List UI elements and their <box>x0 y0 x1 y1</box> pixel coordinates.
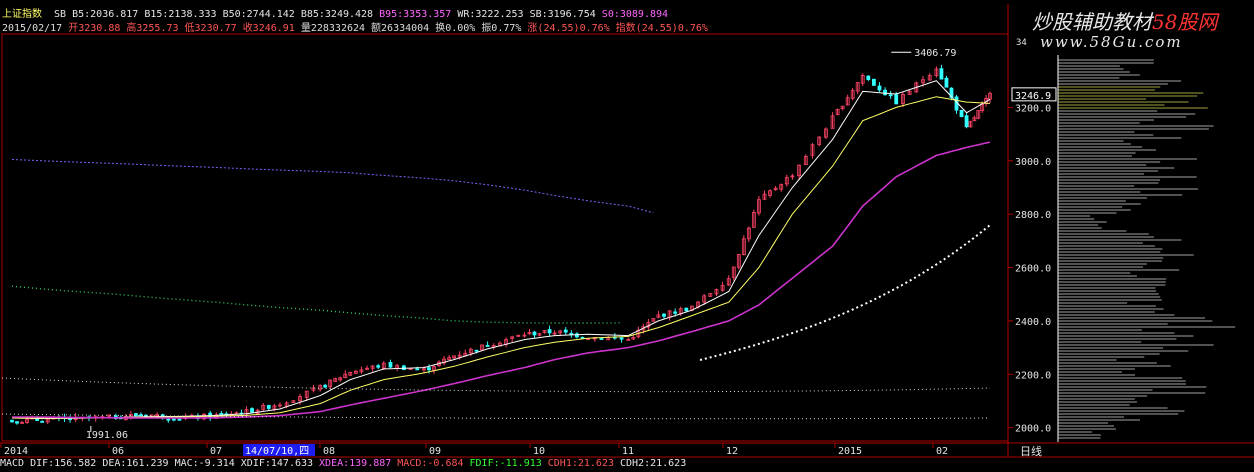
candle-body <box>964 115 969 128</box>
time-tick-label: 02 <box>936 446 948 457</box>
time-tick-label: 12 <box>726 446 738 457</box>
candle-body <box>408 368 413 371</box>
candle-body <box>563 329 568 333</box>
candle-body <box>388 362 393 368</box>
indicator-item-7: CDH1:21.623 <box>547 458 614 469</box>
indicator-item-6: FDIF:-11.913 <box>469 458 542 469</box>
candle-body <box>894 94 899 105</box>
time-tick-label: 09 <box>429 446 441 457</box>
candle-body <box>883 89 887 96</box>
candle-body <box>684 307 689 312</box>
indicator-item-1: DEA:161.239 <box>102 458 169 469</box>
time-tick-label: 11 <box>622 446 634 457</box>
candle-body <box>376 365 381 368</box>
indicator-item-0: MACD DIF:156.582 <box>0 458 97 469</box>
candle-body <box>547 329 552 334</box>
ref-line-slow <box>1 377 991 393</box>
candle-body <box>10 419 14 423</box>
series-line-B15 <box>12 96 991 419</box>
candle-body <box>673 311 678 314</box>
price-top-label: 34 <box>1016 38 1027 48</box>
volume-profile <box>1057 55 1236 442</box>
candle-body <box>888 94 893 97</box>
candle-body <box>569 332 574 335</box>
candle-body <box>944 77 949 88</box>
candle-body <box>866 75 871 81</box>
indicator-item-3: XDIF:147.633 <box>240 458 314 469</box>
candle-body <box>599 338 604 340</box>
candle-body <box>662 313 666 317</box>
price-tick-label: 2800.0 <box>1015 210 1051 221</box>
candle-body <box>134 413 138 417</box>
indicator-item-2: MAC:-9.314 <box>174 458 235 469</box>
price-tick-label: 2200.0 <box>1015 370 1051 381</box>
series-line-B5 <box>11 80 991 420</box>
price-tick-label: 2000.0 <box>1015 424 1051 435</box>
candle-body <box>532 331 537 336</box>
candle-body <box>266 405 271 409</box>
price-tick-label: 2600.0 <box>1015 264 1051 275</box>
period-label: 日线 <box>1020 444 1042 458</box>
time-tick-label: 06 <box>112 446 124 457</box>
indicator-bar: MACD DIF:156.582 DEA:161.239 MAC:-9.314 XDI… <box>0 457 1254 472</box>
candle-body <box>474 349 479 352</box>
candle-body <box>877 85 882 91</box>
low-annotation: 1991.06 <box>86 430 128 441</box>
time-tick-label: 2015 <box>838 446 862 457</box>
candle-body <box>166 418 171 421</box>
candle-body <box>619 337 624 340</box>
candles <box>10 64 992 425</box>
candle-body <box>427 367 431 371</box>
high-annotation: 3406.79 <box>914 48 956 59</box>
candle-body <box>580 336 585 339</box>
candle-body <box>485 345 490 347</box>
candle-body <box>959 109 964 118</box>
price-tick-label: 3000.0 <box>1015 157 1051 168</box>
plot-frame <box>1 33 1009 442</box>
candle-body <box>177 418 182 421</box>
time-tick-label: 2014 <box>4 446 28 457</box>
current-price-label: 3246.9 <box>1015 91 1051 102</box>
time-tick-label: 07 <box>210 446 222 457</box>
indicator-item-4: XDEA:139.887 <box>319 458 392 469</box>
series-line-B50 <box>12 141 991 419</box>
candle-body <box>939 68 944 80</box>
indicator-item-5: MACD:-0.684 <box>397 458 464 469</box>
candle-body <box>250 408 254 413</box>
time-tick-label: 08 <box>323 446 335 457</box>
candle-body <box>415 368 420 371</box>
candle-body <box>15 421 19 424</box>
price-tick-label: 2400.0 <box>1015 317 1051 328</box>
candle-body <box>871 78 876 86</box>
candle-body <box>35 418 40 421</box>
indicator-item-8: CDH2:21.623 <box>620 458 687 469</box>
price-chart[interactable]: 3200.0 3000.0 2800.0 2600.0 2400.0 2200.0 2000… <box>0 0 1254 472</box>
series-line-S0 <box>11 285 622 324</box>
time-tick-label: 14/07/10,四 <box>245 446 309 457</box>
candle-body <box>323 384 328 388</box>
candle-body <box>171 418 176 421</box>
price-tick-label: 3200.0 <box>1015 103 1051 114</box>
candle-body <box>219 413 224 415</box>
series-line-B95 <box>11 158 654 214</box>
candle-body <box>40 420 45 423</box>
time-tick-label: 10 <box>533 446 545 457</box>
